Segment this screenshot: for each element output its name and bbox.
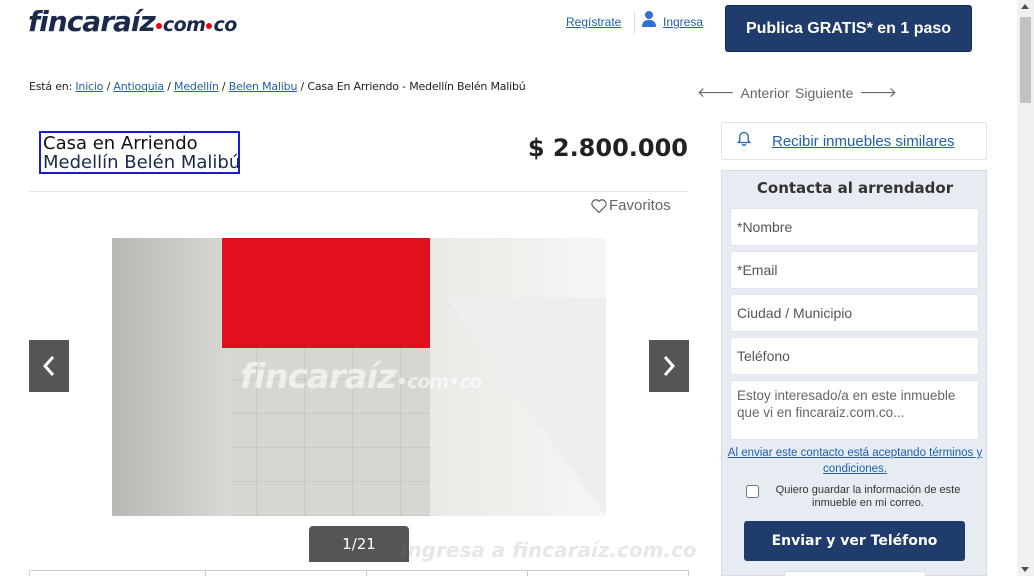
breadcrumb-inicio[interactable]: Inicio [75,80,103,93]
listing-title: Casa en Arriendo Medellín Belén Malibú [39,131,240,174]
heart-icon [591,198,607,213]
save-info-checkbox[interactable] [746,485,759,498]
breadcrumb-belen-malibu[interactable]: Belen Malibu [229,80,298,93]
favorites-button[interactable]: Favoritos [590,197,671,214]
photo-watermark: fincaraíz•com•co [240,357,483,397]
detail-tabs [29,570,689,576]
city-field[interactable] [730,294,979,332]
title-divider [29,191,688,192]
contact-form: Contacta al arrendador Al enviar este co… [721,170,987,576]
phone-field[interactable] [730,337,979,375]
bottom-watermark: Ingresa a fincaraíz.com.co [400,538,697,562]
next-listing-button[interactable]: Siguiente 🡒 [795,84,897,101]
arrow-right-icon: 🡒 [859,84,897,100]
arrow-left-icon: 🡐 [697,84,735,100]
logo-main-text: fincaraíz [28,5,156,38]
site-logo[interactable]: fincaraíz com co [28,5,237,38]
contact-form-title: Contacta al arrendador [756,179,954,197]
scroll-thumb[interactable] [1020,17,1031,103]
previous-label: Anterior [740,84,790,101]
scroll-down-arrow-icon[interactable] [1021,567,1029,572]
register-link[interactable]: Regístrate [566,15,621,29]
favorites-label: Favoritos [609,197,671,214]
user-icon[interactable] [641,11,657,29]
header-separator [634,12,635,34]
breadcrumb-prefix: Está en: [29,80,73,93]
bell-icon [736,131,752,152]
listing-photo[interactable]: fincaraíz•com•co [112,238,606,516]
scroll-up-arrow-icon[interactable] [1021,4,1029,9]
logo-dot [155,23,162,29]
name-field[interactable] [730,208,979,246]
listing-price: $ 2.800.000 [527,134,688,162]
breadcrumb-antioquia[interactable]: Antioquia [113,80,164,93]
chevron-right-icon [663,356,676,376]
breadcrumb: Está en: Inicio / Antioquia / Medellín /… [29,80,526,93]
email-field[interactable] [730,251,979,289]
previous-listing-button[interactable]: 🡐 Anterior [697,84,790,101]
page-scrollbar[interactable] [1017,0,1034,576]
photo-prev-button[interactable] [29,340,69,392]
similar-listings-label: Recibir inmuebles similares [772,132,955,150]
terms-link[interactable]: Al enviar este contacto está aceptando t… [722,445,988,477]
breadcrumb-medellin[interactable]: Medellín [174,80,219,93]
photo-counter: 1/21 [309,526,409,562]
chevron-left-icon [42,356,55,376]
similar-listings-alert[interactable]: Recibir inmuebles similares [721,122,987,160]
login-link[interactable]: Ingresa [663,15,703,29]
breadcrumb-current: Casa En Arriendo - Medellín Belén Malibú [307,80,526,93]
next-label: Siguiente [795,84,854,101]
message-field[interactable] [730,380,979,440]
send-contact-button[interactable]: Enviar y ver Teléfono [744,521,965,561]
photo-next-button[interactable] [649,340,689,392]
listing-title-location: Medellín Belén Malibú [43,152,241,173]
save-info-label: Quiero guardar la información de este in… [775,484,961,509]
publish-free-button[interactable]: Publica GRATIS* en 1 paso [725,5,972,52]
logo-dot-2 [206,23,213,29]
secondary-button-partial[interactable] [784,571,926,576]
logo-domain-com: com [162,14,206,36]
listing-title-type: Casa en Arriendo [43,133,198,154]
save-info-option[interactable]: Quiero guardar la información de este in… [746,484,976,510]
logo-domain-co: co [213,14,237,36]
